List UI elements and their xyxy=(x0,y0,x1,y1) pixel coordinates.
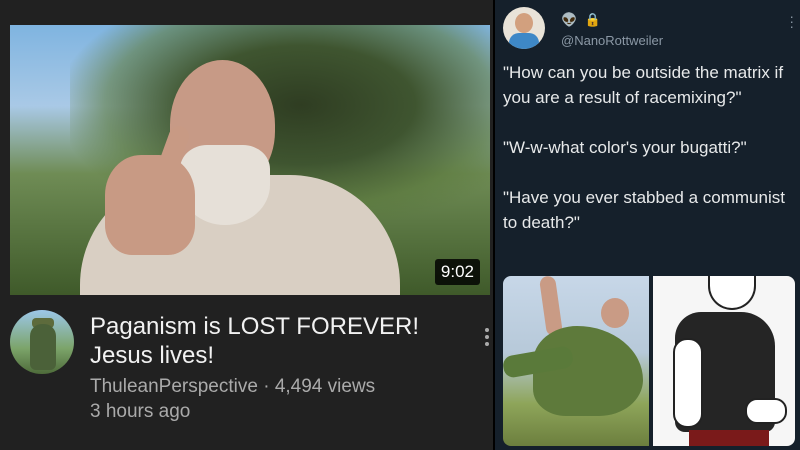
more-options-button[interactable] xyxy=(482,328,492,350)
tweet-paragraph: "How can you be outside the matrix if yo… xyxy=(503,63,784,107)
more-dot-icon xyxy=(485,335,489,339)
youtube-video-card[interactable]: 9:02 Paganism is LOST FOREVER! Jesus liv… xyxy=(0,0,493,450)
more-dot-icon xyxy=(485,342,489,346)
tweet-handle[interactable]: @NanoRottweiler xyxy=(561,33,663,48)
channel-name[interactable]: ThuleanPerspective xyxy=(90,376,258,397)
avatar-figure xyxy=(30,324,56,370)
video-thumbnail[interactable]: 9:02 xyxy=(10,25,490,295)
tweet-avatar[interactable] xyxy=(503,7,545,49)
avatar-shirt xyxy=(509,33,539,49)
tweet-name-icons: 👽 🔒 xyxy=(561,12,605,28)
channel-avatar[interactable] xyxy=(10,310,74,374)
tweet-paragraph: "W-w-what color's your bugatti?" xyxy=(503,138,747,157)
video-metadata: Paganism is LOST FOREVER! Jesus lives! T… xyxy=(10,308,490,438)
thumbnail-raised-hand xyxy=(105,155,195,255)
tweet-more-icon[interactable]: · · · xyxy=(789,9,794,33)
avatar-face xyxy=(515,13,533,33)
tweet-paragraph: "Have you ever stabbed a communist to de… xyxy=(503,188,785,232)
upload-time: 3 hours ago xyxy=(90,401,191,422)
more-dot-icon xyxy=(485,328,489,332)
tweet-card: 👽 🔒 @NanoRottweiler · · · "How can you be … xyxy=(495,0,800,450)
wojak-arm-shape xyxy=(673,338,703,428)
tweet-text: "How can you be outside the matrix if yo… xyxy=(503,60,793,260)
wojak-pants-shape xyxy=(689,430,769,446)
alien-icon: 👽 xyxy=(561,12,578,27)
meta-separator: · xyxy=(263,376,270,397)
wojak-hands-shape xyxy=(745,398,787,424)
tweet-image-kick[interactable] xyxy=(503,276,649,446)
lock-icon: 🔒 xyxy=(584,12,601,27)
wojak-head-shape xyxy=(708,276,756,310)
kick-head-shape xyxy=(601,298,629,328)
video-channel-line: ThuleanPerspective · 4,494 views xyxy=(90,374,375,399)
video-duration-badge: 9:02 xyxy=(434,259,480,285)
view-count: 4,494 views xyxy=(274,376,376,397)
video-title[interactable]: Paganism is LOST FOREVER! Jesus lives! xyxy=(90,312,460,370)
tweet-image-wojak[interactable] xyxy=(653,276,795,446)
